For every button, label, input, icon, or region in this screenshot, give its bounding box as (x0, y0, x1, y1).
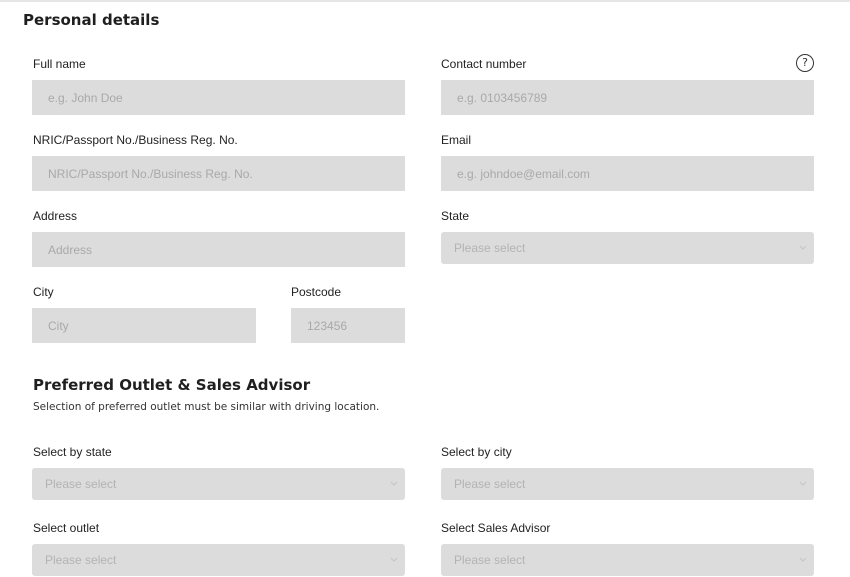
full-name-input[interactable] (32, 80, 405, 115)
select-outlet-dropdown[interactable]: Please select (32, 544, 405, 576)
nric-label: NRIC/Passport No./Business Reg. No. (33, 133, 238, 147)
select-city-value: Please select (454, 477, 526, 491)
chevron-down-icon (799, 557, 807, 562)
chevron-down-icon (390, 481, 398, 486)
select-advisor-value: Please select (454, 553, 526, 567)
nric-field[interactable] (32, 156, 405, 191)
address-label: Address (33, 209, 78, 223)
state-select[interactable]: Please select (441, 232, 814, 264)
select-city-dropdown[interactable]: Please select (441, 468, 814, 500)
postcode-field[interactable] (291, 308, 405, 343)
outlet-section-title: Preferred Outlet & Sales Advisor (33, 376, 311, 394)
select-state-value: Please select (45, 477, 117, 491)
nric-input[interactable] (32, 156, 405, 191)
email-field[interactable] (441, 156, 814, 191)
postcode-label: Postcode (291, 285, 342, 299)
select-outlet-value: Please select (45, 553, 117, 567)
city-label: City (33, 285, 54, 299)
chevron-down-icon (799, 481, 807, 486)
full-name-label: Full name (33, 57, 86, 71)
select-advisor-dropdown[interactable]: Please select (441, 544, 814, 576)
select-state-dropdown[interactable]: Please select (32, 468, 405, 500)
top-divider (0, 0, 850, 2)
city-field[interactable] (32, 308, 256, 343)
city-input[interactable] (32, 308, 256, 343)
outlet-note: Selection of preferred outlet must be si… (33, 401, 380, 413)
contact-number-field[interactable] (441, 80, 814, 115)
full-name-field[interactable] (32, 80, 405, 115)
email-label: Email (441, 133, 472, 147)
postcode-input[interactable] (291, 308, 405, 343)
state-select-value: Please select (454, 241, 526, 255)
chevron-down-icon (799, 245, 807, 250)
select-city-label: Select by city (441, 445, 512, 459)
address-field[interactable] (32, 232, 405, 267)
state-label: State (441, 209, 470, 223)
contact-number-input[interactable] (441, 80, 814, 115)
select-state-label: Select by state (33, 445, 112, 459)
address-input[interactable] (32, 232, 405, 267)
email-input[interactable] (441, 156, 814, 191)
select-outlet-label: Select outlet (33, 521, 100, 535)
personal-details-title: Personal details (23, 11, 160, 29)
select-advisor-label: Select Sales Advisor (441, 521, 551, 535)
chevron-down-icon (390, 557, 398, 562)
help-icon[interactable]: ? (796, 54, 814, 72)
contact-number-label: Contact number (441, 57, 527, 71)
